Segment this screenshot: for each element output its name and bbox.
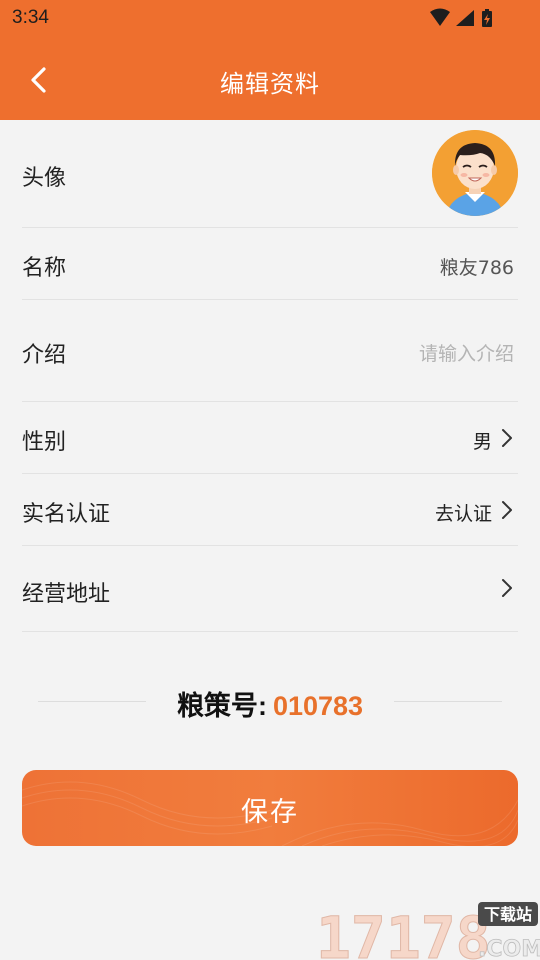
name-value: 粮友786 bbox=[439, 257, 514, 279]
watermark-badge: 下载站 bbox=[484, 905, 532, 924]
verify-value: 去认证 bbox=[434, 503, 492, 525]
avatar[interactable] bbox=[432, 130, 518, 216]
app-bar: 编辑资料 bbox=[0, 38, 540, 120]
chevron-right-icon bbox=[502, 429, 512, 447]
gender-value: 男 bbox=[472, 431, 492, 453]
business-address-row[interactable]: 经营地址 bbox=[22, 546, 518, 632]
intro-input[interactable]: 请输入介绍 bbox=[419, 339, 514, 366]
account-id-label: 粮策号 bbox=[176, 691, 258, 721]
name-row[interactable]: 名称 粮友786 bbox=[22, 228, 518, 300]
wifi-icon bbox=[430, 8, 450, 26]
save-button[interactable]: 保存 bbox=[22, 770, 518, 846]
chevron-right-icon bbox=[502, 501, 512, 519]
gender-row[interactable]: 性别 男 bbox=[22, 402, 518, 474]
account-id-separator: : bbox=[257, 691, 267, 721]
name-label: 名称 bbox=[22, 256, 67, 281]
status-icons bbox=[430, 8, 500, 30]
cellular-signal-icon bbox=[456, 10, 474, 26]
account-id-value: 010783 bbox=[272, 691, 364, 721]
avatar-row[interactable]: 头像 bbox=[22, 120, 518, 228]
watermark-suffix: .COM bbox=[478, 937, 540, 960]
real-name-verify-row[interactable]: 实名认证 去认证 bbox=[22, 474, 518, 546]
account-id: 粮策号: 010783 bbox=[0, 684, 540, 723]
watermark-number: 17178 bbox=[316, 904, 491, 960]
intro-row[interactable]: 介绍 请输入介绍 bbox=[22, 300, 518, 402]
account-id-section: 粮策号: 010783 bbox=[0, 680, 540, 722]
address-label: 经营地址 bbox=[22, 582, 111, 607]
save-button-label: 保存 bbox=[241, 797, 299, 828]
status-bar: 3:34 bbox=[0, 0, 540, 38]
status-time: 3:34 bbox=[12, 7, 49, 28]
battery-charging-icon bbox=[482, 9, 492, 27]
intro-label: 介绍 bbox=[22, 343, 67, 368]
page-title: 编辑资料 bbox=[220, 70, 320, 98]
gender-label: 性别 bbox=[22, 430, 67, 455]
chevron-right-icon bbox=[502, 579, 512, 597]
site-watermark: 17178 下载站 .COM bbox=[314, 900, 540, 960]
verify-label: 实名认证 bbox=[22, 502, 111, 527]
avatar-label: 头像 bbox=[22, 166, 67, 191]
